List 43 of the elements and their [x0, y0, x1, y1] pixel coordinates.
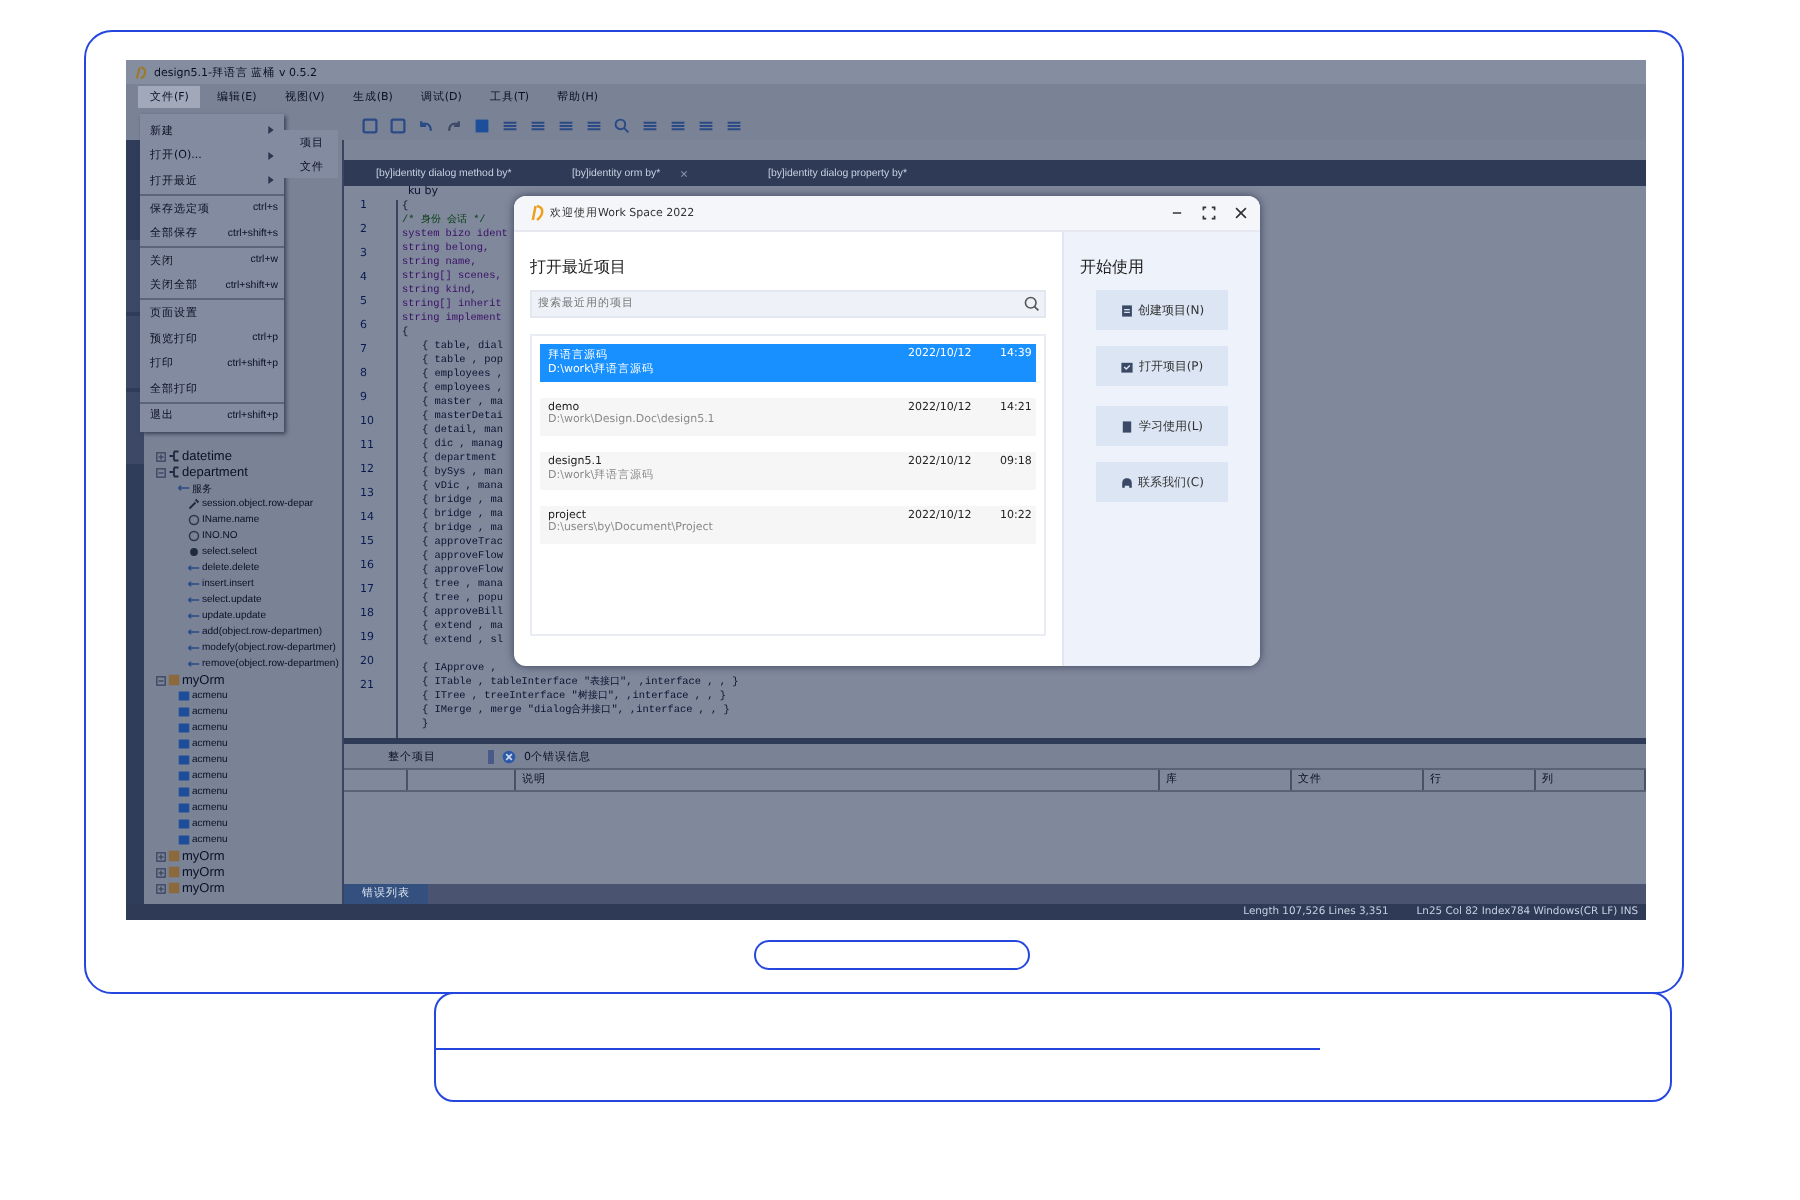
link-icon: [188, 594, 200, 606]
toolbar-icon[interactable]: [502, 117, 518, 133]
key-icon: [188, 498, 200, 510]
toolbar-icon[interactable]: [558, 117, 574, 133]
redo-icon[interactable]: [446, 117, 462, 133]
expander-icon[interactable]: [156, 883, 166, 893]
expander-icon[interactable]: [156, 451, 166, 461]
toolbar-icon[interactable]: [530, 117, 546, 133]
method-icon: [188, 626, 200, 638]
section-heading: 开始使用: [1080, 256, 1146, 278]
toolbar-icon[interactable]: [642, 117, 658, 133]
method-icon: [188, 658, 200, 670]
circle-icon: [188, 514, 200, 526]
logo-icon: [134, 65, 148, 79]
link-icon: [188, 610, 200, 622]
logo-icon: [530, 204, 544, 222]
close-icon[interactable]: [1234, 206, 1248, 220]
expander-icon[interactable]: [156, 467, 166, 477]
entity-icon: [168, 466, 180, 478]
error-icon: [502, 749, 516, 763]
submenu-arrow-icon: [268, 126, 274, 135]
search-icon[interactable]: [1024, 296, 1040, 312]
expander-icon[interactable]: [156, 867, 166, 877]
toolbar-icon[interactable]: [726, 117, 742, 133]
expander-icon[interactable]: [156, 675, 166, 685]
link-icon: [188, 562, 200, 574]
link-icon: [188, 578, 200, 590]
submenu-arrow-icon: [268, 151, 274, 160]
document-icon: [1119, 303, 1134, 317]
undo-icon[interactable]: [418, 117, 434, 133]
method-icon: [188, 642, 200, 654]
toolbar-icon[interactable]: [698, 117, 714, 133]
maximize-icon[interactable]: [1202, 206, 1216, 220]
toolbar-icon[interactable]: [670, 117, 686, 133]
section-heading: 打开最近项目: [530, 256, 628, 278]
circle-icon: [188, 530, 200, 542]
entity-icon: [168, 450, 180, 462]
link-icon: [178, 482, 190, 494]
headset-icon: [1120, 475, 1135, 489]
expander-icon[interactable]: [156, 851, 166, 861]
minimize-icon[interactable]: [1170, 206, 1184, 220]
toolbar-icon[interactable]: [586, 117, 602, 133]
submenu-arrow-icon: [268, 176, 274, 185]
